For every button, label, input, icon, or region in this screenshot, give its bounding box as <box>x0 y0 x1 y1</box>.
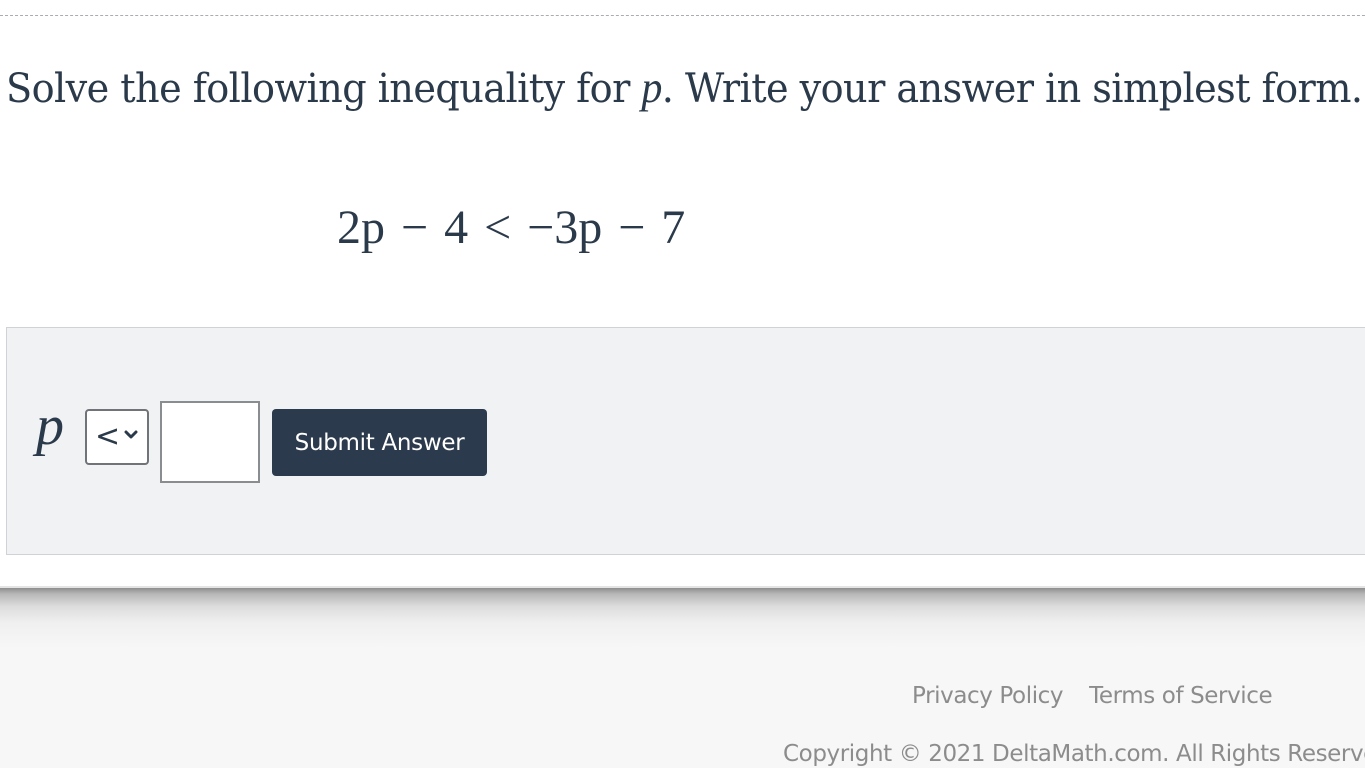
inequality-select[interactable]: < <box>85 409 149 465</box>
answer-input[interactable] <box>160 401 260 483</box>
inequality-selected-value: < <box>95 419 121 454</box>
answer-panel: p < Submit Answer <box>6 327 1365 555</box>
footer-links: Privacy Policy Terms of Service <box>912 683 1273 709</box>
problem-card: Solve the following inequality for p. Wr… <box>0 0 1365 590</box>
submit-answer-button[interactable]: Submit Answer <box>272 409 487 476</box>
problem-prompt: Solve the following inequality for p. Wr… <box>6 62 1363 113</box>
prompt-variable: p <box>641 63 662 112</box>
privacy-policy-link[interactable]: Privacy Policy <box>912 683 1064 709</box>
dashed-divider <box>0 15 1365 16</box>
card-shadow <box>0 588 1365 648</box>
prompt-text-end: . Write your answer in simplest form. <box>661 66 1363 112</box>
page: Solve the following inequality for p. Wr… <box>0 0 1365 768</box>
chevron-down-icon <box>124 430 138 439</box>
answer-variable: p <box>36 395 64 457</box>
prompt-text-start: Solve the following inequality for <box>6 66 642 112</box>
problem-equation: 2p − 4 < −3p − 7 <box>337 201 686 254</box>
copyright-text: Copyright © 2021 DeltaMath.com. All Righ… <box>783 741 1365 767</box>
terms-of-service-link[interactable]: Terms of Service <box>1089 683 1273 709</box>
